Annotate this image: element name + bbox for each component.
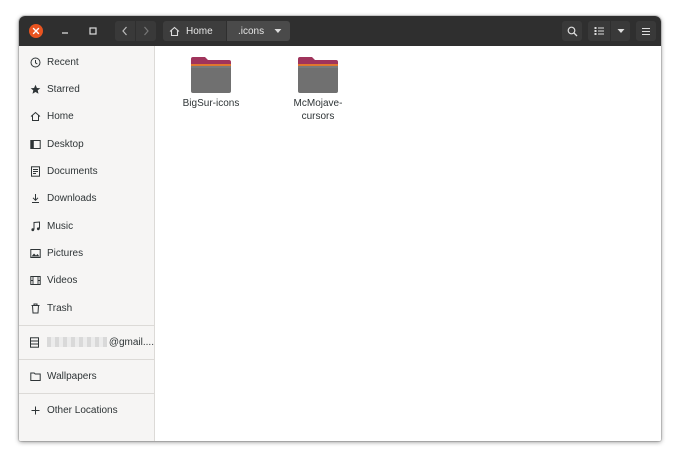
sidebar-item-label: Trash (47, 302, 73, 314)
sidebar-separator (19, 393, 154, 394)
file-manager-window: Home .icons Recent Starred Home Desktop … (19, 16, 661, 441)
search-icon (567, 26, 577, 36)
sidebar-item-videos[interactable]: Videos (19, 269, 154, 291)
sidebar-item-label: Music (47, 220, 74, 232)
sidebar-item-account[interactable]: @gmail.... (19, 331, 154, 353)
sidebar-item-desktop[interactable]: Desktop (19, 133, 154, 155)
minimize-button[interactable] (58, 24, 72, 38)
chevron-left-icon (122, 26, 127, 36)
sidebar-item-label: Downloads (47, 192, 97, 204)
view-options-button[interactable] (611, 21, 630, 41)
video-icon (29, 274, 41, 286)
sidebar-item-label: Desktop (47, 138, 84, 150)
view-toggle-button[interactable] (588, 21, 610, 41)
sidebar-item-label: Wallpapers (47, 370, 97, 382)
folder-icon (298, 57, 338, 93)
server-icon (29, 336, 41, 348)
search-button[interactable] (562, 21, 582, 41)
star-icon (29, 83, 41, 95)
sidebar-item-documents[interactable]: Documents (19, 160, 154, 182)
path-segment-current[interactable]: .icons (227, 21, 290, 41)
path-segment-home-label: Home (186, 25, 213, 37)
headerbar: Home .icons (19, 16, 661, 46)
download-icon (29, 192, 41, 204)
folder-icon (29, 370, 41, 382)
sidebar-item-label: Videos (47, 274, 78, 286)
sidebar-item-other-locations[interactable]: Other Locations (19, 399, 154, 421)
sidebar-item-wallpapers[interactable]: Wallpapers (19, 365, 154, 387)
desktop-icon (29, 138, 41, 150)
folder-icon (191, 57, 231, 93)
maximize-icon (89, 27, 97, 35)
back-button[interactable] (115, 21, 135, 41)
sidebar-item-trash[interactable]: Trash (19, 297, 154, 319)
chevron-right-icon (144, 26, 149, 36)
sidebar-item-label: Pictures (47, 247, 84, 259)
file-view: BigSur-icons McMojave-cursors (155, 46, 661, 441)
minimize-icon (62, 32, 68, 34)
folder-item[interactable]: McMojave-cursors (283, 56, 353, 123)
home-icon (29, 110, 41, 122)
path-segment-home[interactable]: Home (163, 21, 227, 41)
sidebar-item-recent[interactable]: Recent (19, 51, 154, 73)
music-icon (29, 220, 41, 232)
sidebar-item-label: Starred (47, 83, 80, 95)
sidebar-item-label: Home (47, 110, 74, 122)
sidebar-item-starred[interactable]: Starred (19, 78, 154, 100)
sidebar-item-home[interactable]: Home (19, 105, 154, 127)
menu-button[interactable] (636, 21, 656, 41)
close-button[interactable] (29, 24, 43, 38)
sidebar-separator (19, 325, 154, 326)
sidebar-separator (19, 359, 154, 360)
plus-icon (29, 404, 41, 416)
list-view-icon (594, 27, 604, 35)
sidebar-item-label: Other Locations (47, 404, 118, 416)
sidebar: Recent Starred Home Desktop Documents Do… (19, 46, 155, 441)
close-icon (32, 27, 40, 35)
clock-icon (29, 56, 41, 68)
path-segment-current-label: .icons (238, 25, 265, 37)
picture-icon (29, 247, 41, 259)
caret-down-icon (617, 29, 624, 33)
forward-button[interactable] (136, 21, 156, 41)
sidebar-item-label: Documents (47, 165, 98, 177)
redacted-email (46, 337, 107, 347)
sidebar-item-downloads[interactable]: Downloads (19, 187, 154, 209)
path-bar: Home .icons (163, 21, 290, 41)
hamburger-icon (642, 27, 650, 35)
sidebar-item-label: Recent (47, 56, 79, 68)
folder-item[interactable]: BigSur-icons (176, 56, 246, 110)
home-icon (169, 26, 180, 36)
document-icon (29, 165, 41, 177)
trash-icon (29, 302, 41, 314)
sidebar-item-music[interactable]: Music (19, 215, 154, 237)
sidebar-item-pictures[interactable]: Pictures (19, 242, 154, 264)
sidebar-item-label: @gmail.... (108, 336, 154, 348)
folder-name: BigSur-icons (182, 98, 240, 109)
folder-name: McMojave-cursors (293, 98, 343, 122)
maximize-button[interactable] (86, 24, 100, 38)
caret-down-icon (274, 29, 282, 33)
